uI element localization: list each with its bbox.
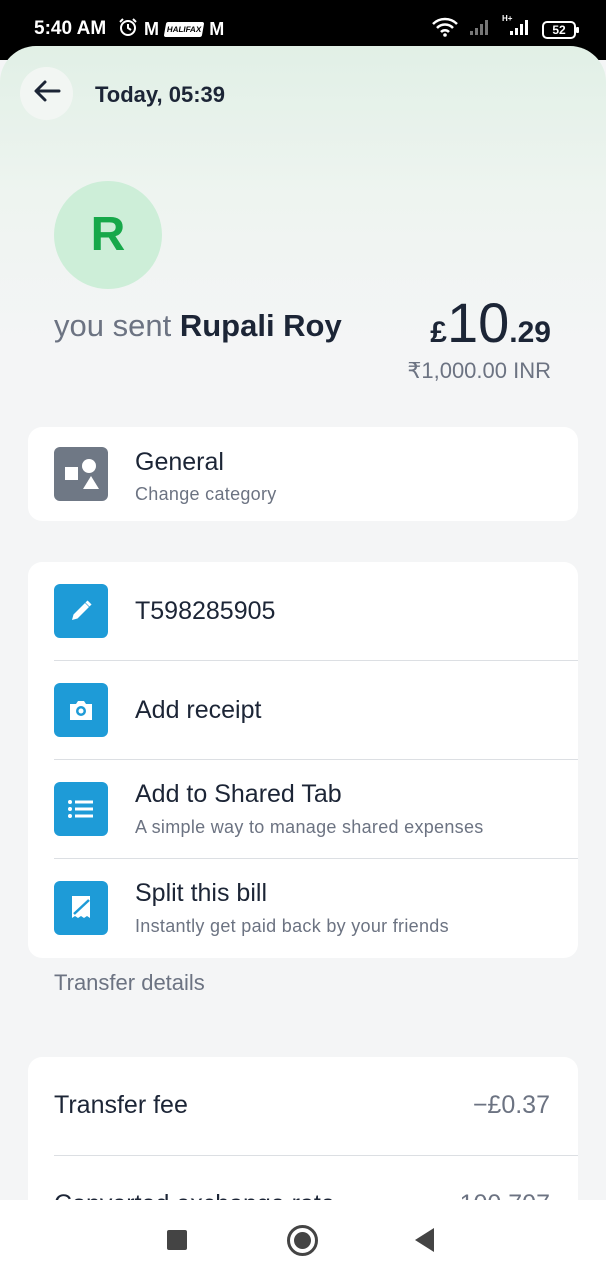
recents-square-icon[interactable] [167,1230,187,1250]
receipt-icon [54,881,108,935]
back-triangle-icon[interactable] [415,1228,434,1252]
alarm-icon [118,17,138,42]
system-nav-bar [0,1200,606,1280]
avatar: R [54,181,162,289]
actions-card: T598285905 Add receipt Add to Shared Tab… [28,562,578,958]
gmail-icon: M [144,19,159,39]
shared-tab-title: Add to Shared Tab [135,780,342,808]
amount-currency: £ [430,316,447,349]
table-row: Converted exchange rate 100.707 [28,1156,578,1200]
sent-to-line: you sent Rupali Roy [54,308,342,344]
detail-label: Converted exchange rate [54,1190,335,1200]
home-circle-icon[interactable] [287,1225,318,1256]
split-bill-subtitle: Instantly get paid back by your friends [135,916,449,936]
network-type-label: H+ [502,14,513,23]
page-title: Today, 05:39 [95,82,226,107]
amount-gbp: £10.29 [430,290,551,355]
transfer-details-heading: Transfer details [54,970,205,995]
list-item-add-receipt[interactable]: Add receipt [28,661,578,760]
add-receipt-label: Add receipt [135,696,262,724]
list-item-shared-tab[interactable]: Add to Shared Tab A simple way to manage… [28,760,578,859]
transaction-detail-sheet: Today, 05:39 R you sent Rupali Roy £10.2… [0,46,606,1200]
shared-tab-subtitle: A simple way to manage shared expenses [135,817,484,837]
detail-value: 100.707 [460,1190,550,1200]
amount-integer: 10 [446,291,510,354]
category-subtitle: Change category [135,484,277,504]
gmail-icon: M [209,19,225,39]
amount-inr: ₹1,000.00 INR [407,358,551,383]
detail-label: Transfer fee [54,1091,188,1119]
table-row: Transfer fee −£0.37 [28,1057,578,1156]
list-item-split-bill[interactable]: Split this bill Instantly get paid back … [28,859,578,958]
back-button[interactable] [20,67,73,120]
list-item-reference[interactable]: T598285905 [28,562,578,661]
battery-icon: 52 [542,20,579,39]
pencil-icon [54,584,108,638]
status-right-icons: H+ 52 [432,14,579,42]
camera-icon [54,683,108,737]
recipient-name: Rupali Roy [179,308,342,343]
transfer-details-card: Transfer fee −£0.37 Converted exchange r… [28,1057,578,1200]
status-left-icons: M HALIFAX M [118,17,224,42]
category-title: General [135,448,224,476]
list-icon [54,782,108,836]
detail-value: −£0.37 [472,1091,550,1119]
category-shapes-icon [54,447,108,501]
wifi-icon [432,17,458,42]
status-time: 5:40 AM [34,18,107,39]
amount-decimal: .29 [509,316,551,349]
sent-prefix: you sent [54,308,172,343]
arrow-left-icon [33,79,61,108]
reference-text: T598285905 [135,597,276,625]
halifax-icon: HALIFAX [163,22,205,37]
category-card[interactable]: General Change category [28,427,578,521]
signal-icon: H+ [502,14,532,41]
signal-icon [468,18,492,41]
split-bill-title: Split this bill [135,879,267,907]
